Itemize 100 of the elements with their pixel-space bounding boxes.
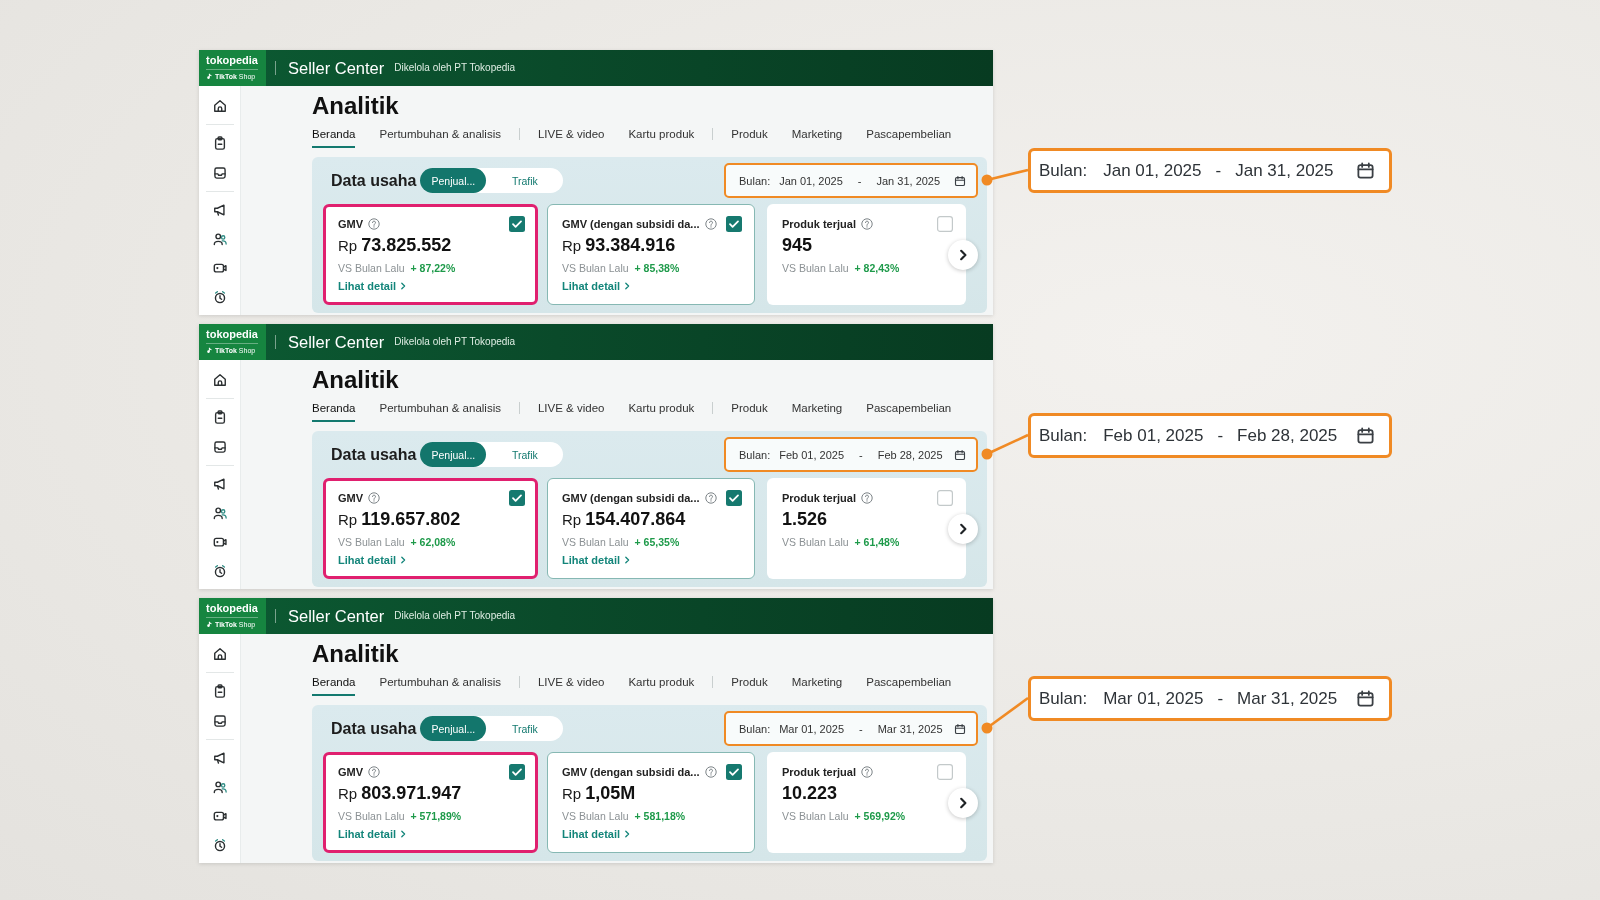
tab[interactable]: Kartu produk [628, 127, 695, 148]
tab[interactable]: LIVE & video [537, 401, 605, 422]
alarm-clock-icon[interactable] [212, 290, 227, 304]
clipboard-icon[interactable] [212, 410, 227, 424]
page-title: Analitik [312, 366, 399, 394]
tab[interactable]: LIVE & video [537, 127, 605, 148]
checkbox[interactable] [509, 216, 525, 232]
help-icon [860, 218, 873, 230]
chevron-right-icon [399, 556, 408, 564]
currency-label: Rp [562, 784, 582, 804]
clipboard-icon[interactable] [212, 136, 227, 150]
home-icon[interactable] [212, 373, 227, 387]
music-note-icon [206, 621, 213, 628]
tab[interactable]: Pascapembelian [866, 401, 952, 422]
checkbox[interactable] [937, 490, 953, 506]
detail-link[interactable]: Lihat detail [338, 279, 408, 293]
people-icon[interactable] [212, 506, 227, 520]
toggle-option[interactable]: Penjual... [420, 716, 487, 741]
calendar-icon [1356, 689, 1375, 708]
next-button[interactable] [948, 514, 978, 544]
section-title: Data usaha [331, 170, 417, 191]
tab[interactable]: Pascapembelian [866, 127, 952, 148]
detail-link[interactable]: Lihat detail [562, 827, 632, 841]
metric-value: 1.526 [782, 508, 828, 530]
tab[interactable]: Pertumbuhan & analisis [379, 127, 501, 148]
people-icon[interactable] [212, 780, 227, 794]
detail-link[interactable]: Lihat detail [562, 553, 632, 567]
change-value: + 61,48% [854, 536, 900, 548]
tab[interactable]: Pertumbuhan & analisis [379, 401, 501, 422]
toggle-option[interactable]: Penjual... [420, 168, 487, 193]
start-date: Mar 01, 2025 [779, 722, 845, 735]
alarm-clock-icon[interactable] [212, 838, 227, 852]
date-range-field[interactable]: Bulan: Jan 01, 2025 - Jan 31, 2025 [724, 163, 978, 198]
change-value: + 569,92% [854, 810, 906, 822]
checkbox[interactable] [726, 490, 742, 506]
help-icon [368, 218, 381, 230]
tray-icon[interactable] [212, 440, 227, 454]
tab[interactable]: Marketing [791, 675, 843, 696]
help-icon [704, 218, 717, 230]
next-button[interactable] [948, 240, 978, 270]
tab[interactable]: Pascapembelian [866, 675, 952, 696]
tab[interactable]: Marketing [791, 127, 843, 148]
clipboard-icon[interactable] [212, 684, 227, 698]
music-note-icon [206, 73, 213, 80]
help-icon [368, 766, 381, 778]
tab[interactable]: Kartu produk [628, 401, 695, 422]
date-range-field[interactable]: Bulan: Mar 01, 2025 - Mar 31, 2025 [724, 711, 978, 746]
video-icon[interactable] [212, 535, 227, 549]
tray-icon[interactable] [212, 714, 227, 728]
tray-icon[interactable] [212, 166, 227, 180]
comparison-label: VS Bulan Lalu [782, 810, 849, 822]
change-value: + 87,22% [410, 262, 456, 274]
metric-title: GMV [338, 765, 364, 779]
tab[interactable]: Beranda [312, 401, 356, 422]
tab[interactable]: LIVE & video [537, 675, 605, 696]
tab[interactable]: Pertumbuhan & analisis [379, 675, 501, 696]
comparison-label: VS Bulan Lalu [782, 536, 849, 548]
change-value: + 62,08% [410, 536, 456, 548]
detail-link[interactable]: Lihat detail [338, 827, 408, 841]
alarm-clock-icon[interactable] [212, 564, 227, 578]
toggle-option[interactable]: Penjual... [420, 442, 487, 467]
toggle-option[interactable]: Trafik [486, 442, 564, 467]
help-icon [860, 492, 873, 504]
tab[interactable]: Produk [731, 675, 768, 696]
metric-title: GMV (dengan subsidi da... [562, 765, 700, 779]
tab[interactable]: Beranda [312, 127, 356, 148]
checkbox[interactable] [726, 216, 742, 232]
currency-label: Rp [338, 236, 358, 256]
video-icon[interactable] [212, 261, 227, 275]
detail-link[interactable]: Lihat detail [562, 279, 632, 293]
home-icon[interactable] [212, 99, 227, 113]
toggle-option[interactable]: Trafik [486, 716, 564, 741]
megaphone-icon[interactable] [212, 477, 227, 491]
tab[interactable]: Produk [731, 401, 768, 422]
megaphone-icon[interactable] [212, 751, 227, 765]
date-separator: - [859, 448, 863, 461]
app-title: Seller Center [288, 332, 385, 352]
metric-title: GMV (dengan subsidi da... [562, 217, 700, 231]
home-icon[interactable] [212, 647, 227, 661]
date-range-field[interactable]: Bulan: Feb 01, 2025 - Feb 28, 2025 [724, 437, 978, 472]
metric-value: 73.825.552 [361, 234, 452, 256]
megaphone-icon[interactable] [212, 203, 227, 217]
checkbox[interactable] [509, 764, 525, 780]
people-icon[interactable] [212, 232, 227, 246]
tab[interactable]: Produk [731, 127, 768, 148]
tab[interactable]: Beranda [312, 675, 356, 696]
logo-text: tokopedia [206, 54, 258, 70]
video-icon[interactable] [212, 809, 227, 823]
checkbox[interactable] [937, 764, 953, 780]
checkbox[interactable] [509, 490, 525, 506]
next-button[interactable] [948, 788, 978, 818]
change-value: + 85,38% [634, 262, 680, 274]
checkbox[interactable] [726, 764, 742, 780]
calendar-icon [1356, 426, 1375, 445]
tab[interactable]: Kartu produk [628, 675, 695, 696]
checkbox[interactable] [937, 216, 953, 232]
tab[interactable]: Marketing [791, 401, 843, 422]
chevron-right-icon [623, 830, 632, 838]
detail-link[interactable]: Lihat detail [338, 553, 408, 567]
toggle-option[interactable]: Trafik [486, 168, 564, 193]
